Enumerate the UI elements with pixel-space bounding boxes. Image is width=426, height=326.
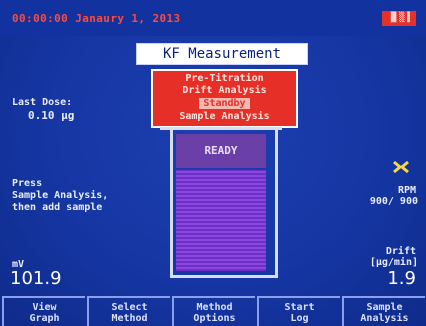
instruction-line: Press — [12, 178, 43, 189]
instrument-screen: 00:00:00 Janaury 1, 2013 ▐▌▒▐ KF Measure… — [0, 0, 426, 326]
last-dose-value: 0.10 µg — [28, 109, 75, 122]
softkey-label: Options — [193, 313, 236, 324]
rpm-value: 900/ 900 — [369, 196, 418, 207]
instruction-line: Sample Analysis, — [12, 190, 109, 201]
softkey-bar: View Graph Select Method Method Options … — [0, 296, 426, 326]
softkey-label: View — [32, 302, 57, 313]
start-log-button[interactable]: Start Log — [257, 296, 340, 326]
menu-item-sample-analysis[interactable]: Sample Analysis — [153, 111, 296, 123]
mode-menu[interactable]: Pre-Titration Drift Analysis Standby Sam… — [151, 69, 298, 128]
sample-analysis-button[interactable]: Sample Analysis — [342, 296, 425, 326]
softkey-label: Graph — [29, 313, 60, 324]
potential-value: 101.9 — [10, 268, 62, 289]
drift-value: 1.9 — [387, 268, 416, 289]
rpm-label: RPM — [397, 185, 416, 196]
menu-item-drift-analysis[interactable]: Drift Analysis — [153, 85, 296, 97]
softkey-label: Method — [196, 302, 233, 313]
instruction-line: then add sample — [12, 202, 103, 213]
menu-item-pre-titration[interactable]: Pre-Titration — [153, 73, 296, 85]
menu-item-standby[interactable]: Standby — [153, 98, 296, 110]
softkey-label: Select — [111, 302, 148, 313]
softkey-label: Log — [290, 313, 309, 324]
softkey-label: Sample — [366, 302, 403, 313]
instruction-text: Press Sample Analysis, then add sample — [12, 178, 162, 214]
view-graph-button[interactable]: View Graph — [2, 296, 85, 326]
softkey-label: Analysis — [360, 313, 409, 324]
beaker-status: READY — [176, 134, 266, 168]
softkey-label: Method — [111, 313, 148, 324]
drift-unit: [µg/min] — [369, 257, 418, 268]
method-options-button[interactable]: Method Options — [172, 296, 255, 326]
last-dose-label: Last Dose: — [12, 97, 73, 108]
stirrer-icon — [393, 160, 409, 174]
select-method-button[interactable]: Select Method — [87, 296, 170, 326]
status-badge: ▐▌▒▐ — [382, 11, 416, 26]
datetime-display: 00:00:00 Janaury 1, 2013 — [12, 12, 181, 25]
softkey-label: Start — [284, 302, 315, 313]
drift-label: Drift — [385, 246, 416, 257]
status-bar: 00:00:00 Janaury 1, 2013 ▐▌▒▐ — [0, 0, 426, 36]
page-title: KF Measurement — [136, 43, 308, 65]
beaker-liquid — [176, 170, 266, 271]
